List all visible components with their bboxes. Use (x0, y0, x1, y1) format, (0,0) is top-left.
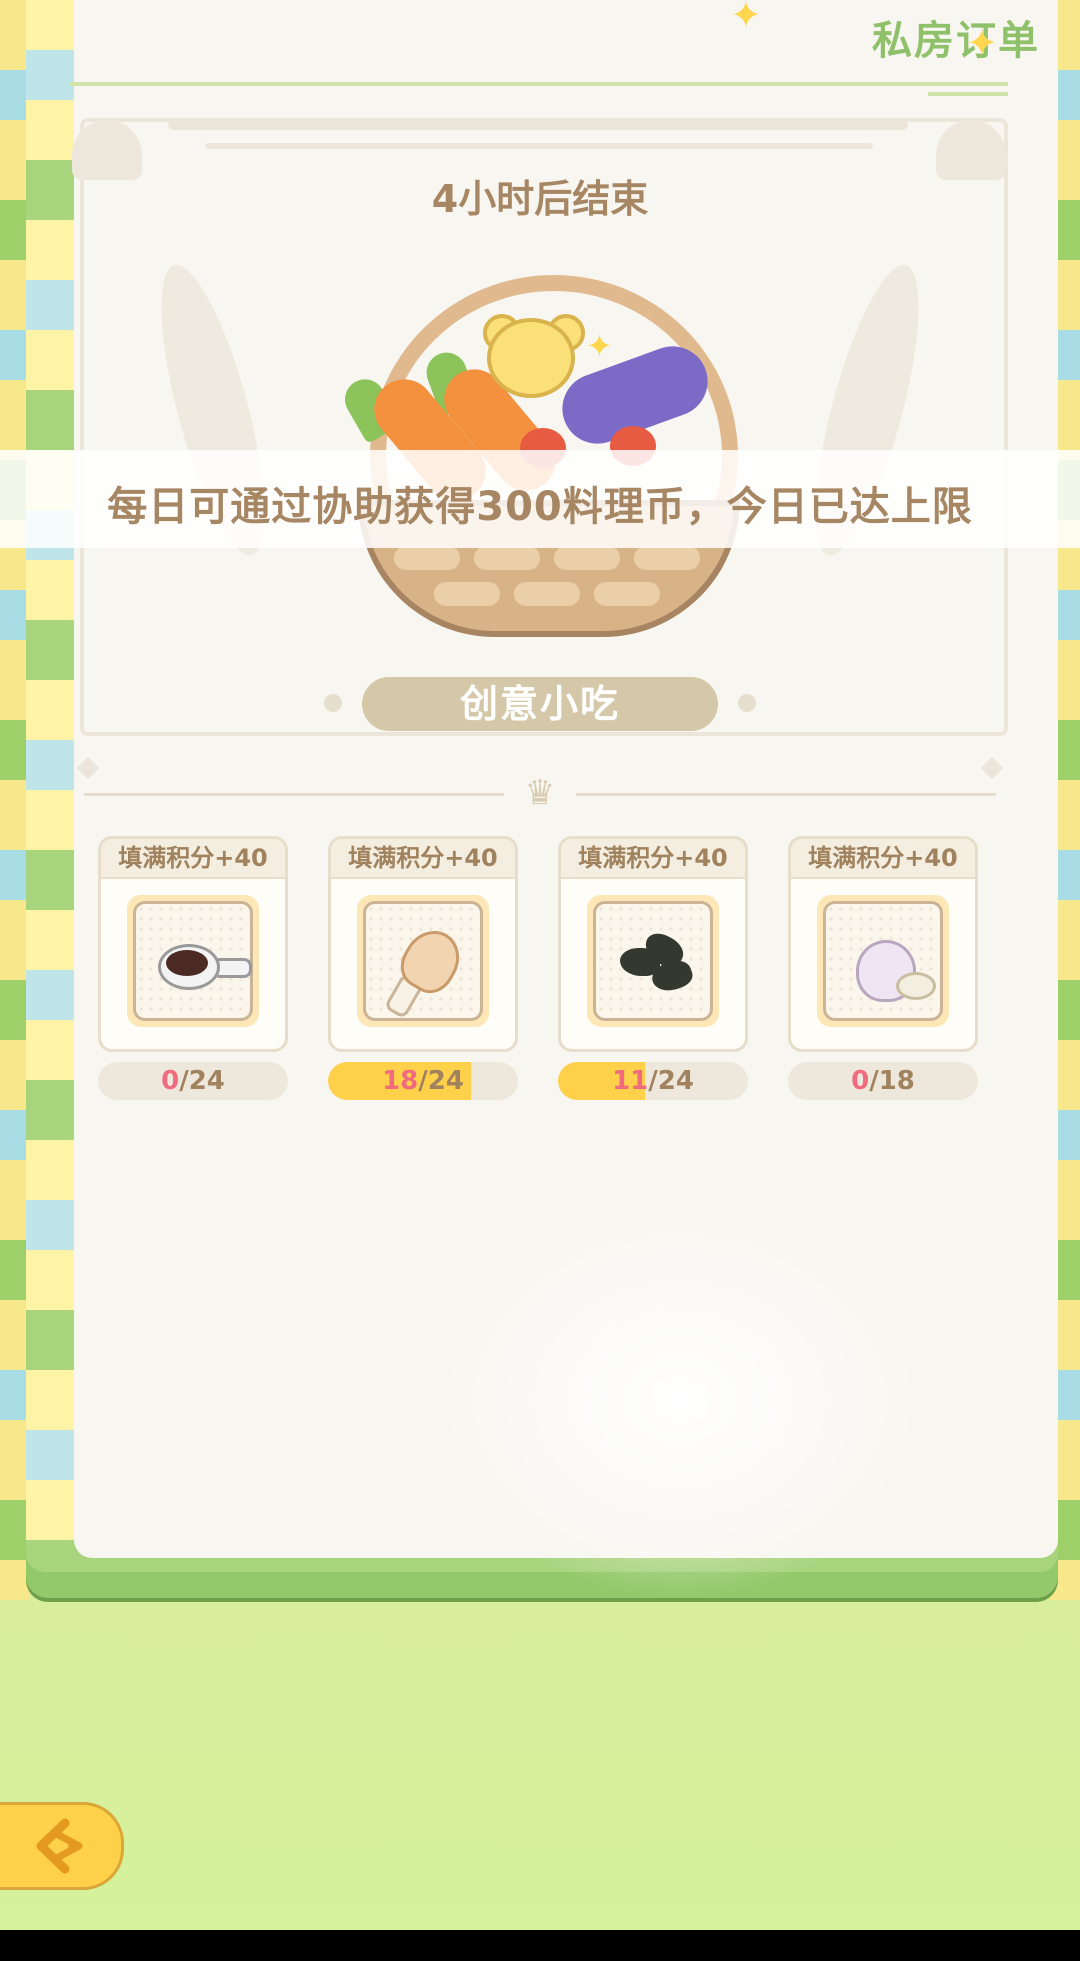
dish-sauce (166, 950, 208, 976)
system-bottom-bar (0, 1930, 1080, 1961)
progress-text: 18/24 (328, 1062, 518, 1100)
divider-line (576, 793, 996, 796)
progress-current: 0 (851, 1066, 870, 1096)
ingredient-slot[interactable] (587, 895, 719, 1027)
progress-current: 0 (161, 1066, 180, 1096)
ingredient-card[interactable]: 填满积分+40 (558, 836, 748, 1052)
fill-bonus-label: 填满积分+40 (101, 839, 285, 879)
progress-total: /24 (418, 1066, 464, 1096)
progress-text: 11/24 (558, 1062, 748, 1100)
basket-weave (594, 582, 660, 606)
basket-weave (474, 546, 540, 570)
category-dot (324, 694, 342, 712)
ingredient-card[interactable]: 填满积分+40 (328, 836, 518, 1052)
ingredient-slot[interactable] (127, 895, 259, 1027)
light-glow (430, 1200, 930, 1600)
progress-current: 18 (382, 1066, 419, 1096)
sauce-dish-icon (133, 901, 253, 1021)
chicken-drumstick-icon (363, 901, 483, 1021)
ingredient-slot[interactable] (357, 895, 489, 1027)
title-underline-accent (928, 92, 1008, 96)
sparkle-icon: ✦ (586, 327, 613, 365)
garlic-clove (896, 972, 936, 1000)
divider-line (84, 793, 504, 796)
ingredient-progress: 18/24 (328, 1062, 518, 1100)
basket-weave (394, 546, 460, 570)
ingredient-slot[interactable] (817, 895, 949, 1027)
back-arrow-icon (36, 1818, 83, 1874)
order-title: 私房订单 (872, 18, 1040, 64)
ingredient-progress: 0/24 (98, 1062, 288, 1100)
progress-total: /24 (648, 1066, 694, 1096)
progress-total: /24 (179, 1066, 225, 1096)
basket-weave (634, 546, 700, 570)
countdown-text: 4小时后结束 (431, 177, 649, 221)
ingredient-progress: 0/18 (788, 1062, 978, 1100)
chef-hat-icon: ♛ (524, 773, 556, 813)
sparkle-icon: ✦ (966, 21, 998, 65)
category-label: 创意小吃 (362, 677, 718, 731)
basket-weave (514, 582, 580, 606)
notice-text: 每日可通过协助获得300料理币，今日已达上限 (107, 484, 973, 530)
basket-weave (434, 582, 500, 606)
ingredient-progress: 11/24 (558, 1062, 748, 1100)
progress-current: 11 (612, 1066, 649, 1096)
black-fungus-icon (593, 901, 713, 1021)
back-button[interactable] (0, 1802, 124, 1890)
title-underline (70, 82, 1008, 86)
ingredient-card[interactable]: 填满积分+40 (98, 836, 288, 1052)
progress-total: /18 (869, 1066, 915, 1096)
decorative-bar (168, 118, 908, 130)
sparkle-icon: ✦ (730, 0, 762, 37)
progress-text: 0/18 (788, 1062, 978, 1100)
garlic-icon (823, 901, 943, 1021)
fill-bonus-label: 填满积分+40 (561, 839, 745, 879)
ingredient-card[interactable]: 填满积分+40 (788, 836, 978, 1052)
fill-bonus-label: 填满积分+40 (791, 839, 975, 879)
category-dot (738, 694, 756, 712)
bear-mascot (487, 318, 575, 398)
fill-bonus-label: 填满积分+40 (331, 839, 515, 879)
progress-text: 0/24 (98, 1062, 288, 1100)
decorative-bar (205, 143, 873, 149)
basket-weave (554, 546, 620, 570)
